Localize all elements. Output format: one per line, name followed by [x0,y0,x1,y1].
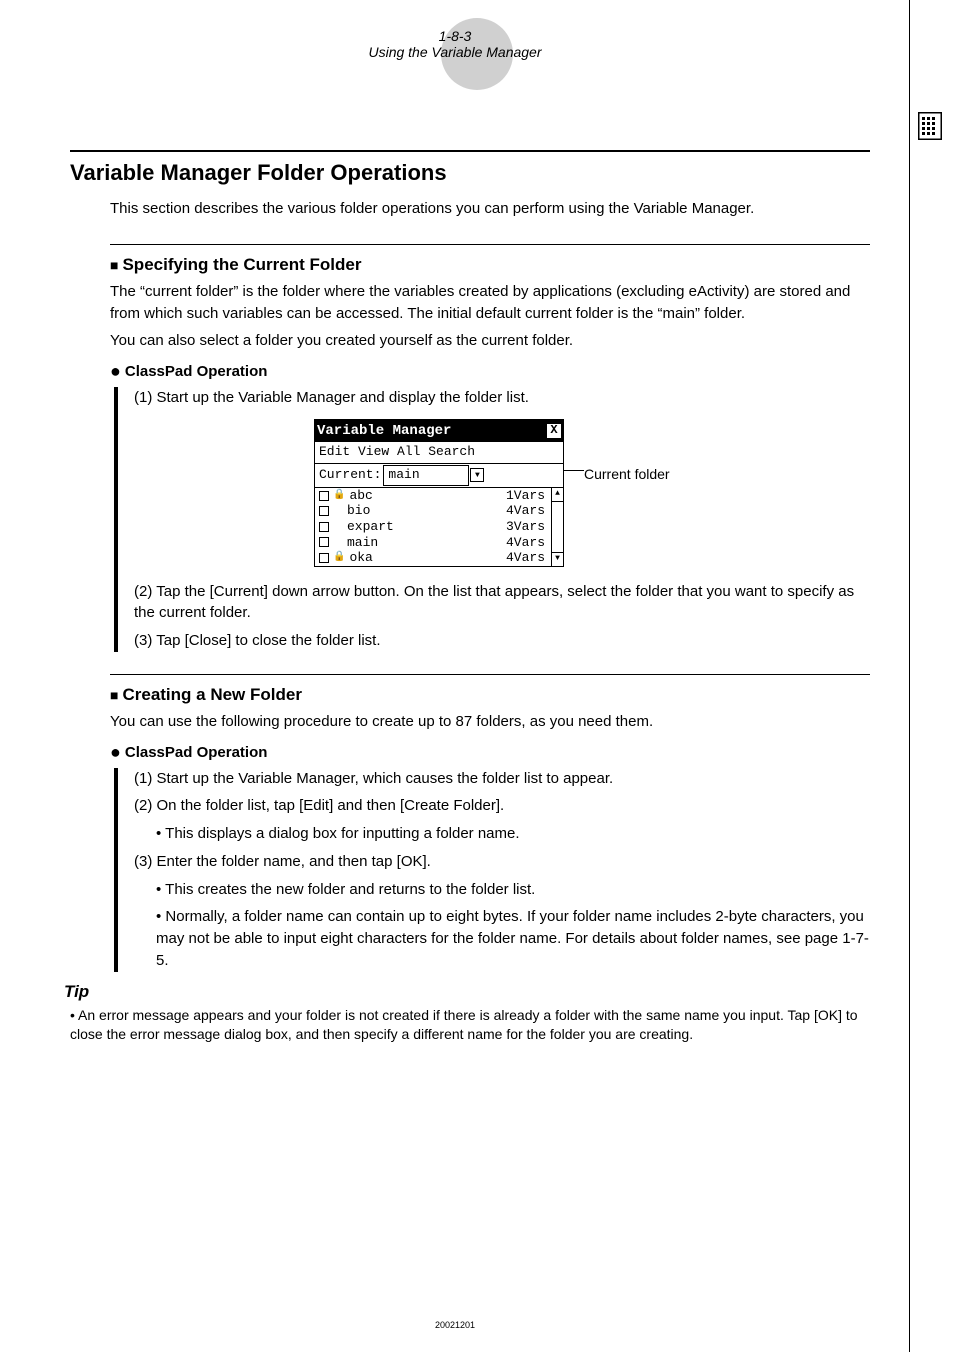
lock-icon: 🔒 [333,552,345,564]
black-square-icon: ■ [110,257,118,273]
page-header-title: Using the Variable Manager [0,44,910,60]
checkbox-icon[interactable] [319,522,329,532]
page-header: 1-8-3 Using the Variable Manager [0,28,910,60]
step-3: (3) Enter the folder name, and then tap … [134,851,870,873]
callout-label: Current folder [584,464,670,484]
folder-name: abc [349,488,372,504]
checkbox-icon[interactable] [319,537,329,547]
scroll-down-icon[interactable]: ▼ [552,552,563,566]
current-folder-field[interactable]: main [383,465,469,486]
close-icon[interactable]: X [547,424,561,438]
black-square-icon: ■ [110,687,118,703]
steps-block: (1) Start up the Variable Manager, which… [114,768,870,972]
variable-manager-screenshot: Variable Manager X Edit View All Search … [314,419,734,567]
footer-id: 20021201 [0,1320,910,1330]
lock-icon: 🔒 [333,490,345,502]
checkbox-icon[interactable] [319,491,329,501]
section-title: Variable Manager Folder Operations [70,150,870,186]
tip-text: An error message appears and your folder… [70,1007,858,1043]
grid-keypad-icon [918,112,942,140]
folder-name: expart [347,519,394,535]
list-item[interactable]: bio 4Vars [315,503,563,519]
folder-name: main [347,535,378,551]
list-item[interactable]: main 4Vars [315,535,563,551]
folder-name: oka [349,550,372,566]
folder-name: bio [347,503,370,519]
subsection-heading-create: ■Creating a New Folder [110,685,870,705]
dropdown-arrow-icon[interactable]: ▼ [470,468,484,482]
current-label: Current: [319,466,381,485]
op-label: ClassPad Operation [125,744,268,761]
step-1: (1) Start up the Variable Manager, which… [134,768,870,790]
operation-heading: ●ClassPad Operation [110,741,870,762]
steps-block: (1) Start up the Variable Manager and di… [114,387,870,652]
checkbox-icon[interactable] [319,506,329,516]
scroll-up-icon[interactable]: ▲ [552,488,563,502]
subsection-heading-specify: ■Specifying the Current Folder [110,255,870,275]
intro-text: This section describes the various folde… [110,198,870,220]
subhead-text: Specifying the Current Folder [122,255,361,274]
rule [110,674,870,675]
step-text: (2) Tap the [Current] down arrow button.… [134,583,854,622]
step-1: (1) Start up the Variable Manager and di… [134,387,870,409]
operation-heading: ●ClassPad Operation [110,360,870,381]
list-item[interactable]: expart 3Vars [315,519,563,535]
tip-body: An error message appears and your folder… [70,1006,870,1045]
checkbox-icon[interactable] [319,553,329,563]
body-text: The “current folder” is the folder where… [110,281,870,325]
step-3: (3) Tap [Close] to close the folder list… [134,630,870,652]
body-text: You can also select a folder you created… [110,330,870,352]
calc-menubar[interactable]: Edit View All Search [315,442,563,464]
calc-title-text: Variable Manager [317,421,451,441]
page-right-rule [909,0,910,1352]
calc-titlebar: Variable Manager X [315,420,563,442]
callout-leader-line [564,470,584,471]
rule [110,244,870,245]
step-2: (2) Tap the [Current] down arrow button.… [134,581,870,625]
folder-list: 🔒abc 1Vars bio 4Vars expart 3Vars mai [315,488,563,566]
subhead-text: Creating a New Folder [122,685,301,704]
scrollbar[interactable]: ▲ ▼ [551,488,563,566]
bullet-icon: ● [110,361,121,381]
body-text: You can use the following procedure to c… [110,711,870,733]
tip-heading: Tip [64,982,870,1002]
sub-bullet: This displays a dialog box for inputting… [156,823,870,845]
op-label: ClassPad Operation [125,363,268,380]
page-ref: 1-8-3 [0,28,910,44]
current-folder-row: Current: main ▼ [315,464,563,488]
list-item[interactable]: 🔒abc 1Vars [315,488,563,504]
sub-bullet: Normally, a folder name can contain up t… [156,906,870,971]
list-item[interactable]: 🔒oka 4Vars [315,550,563,566]
step-2: (2) On the folder list, tap [Edit] and t… [134,795,870,817]
bullet-icon: ● [110,742,121,762]
sub-bullet: This creates the new folder and returns … [156,879,870,901]
